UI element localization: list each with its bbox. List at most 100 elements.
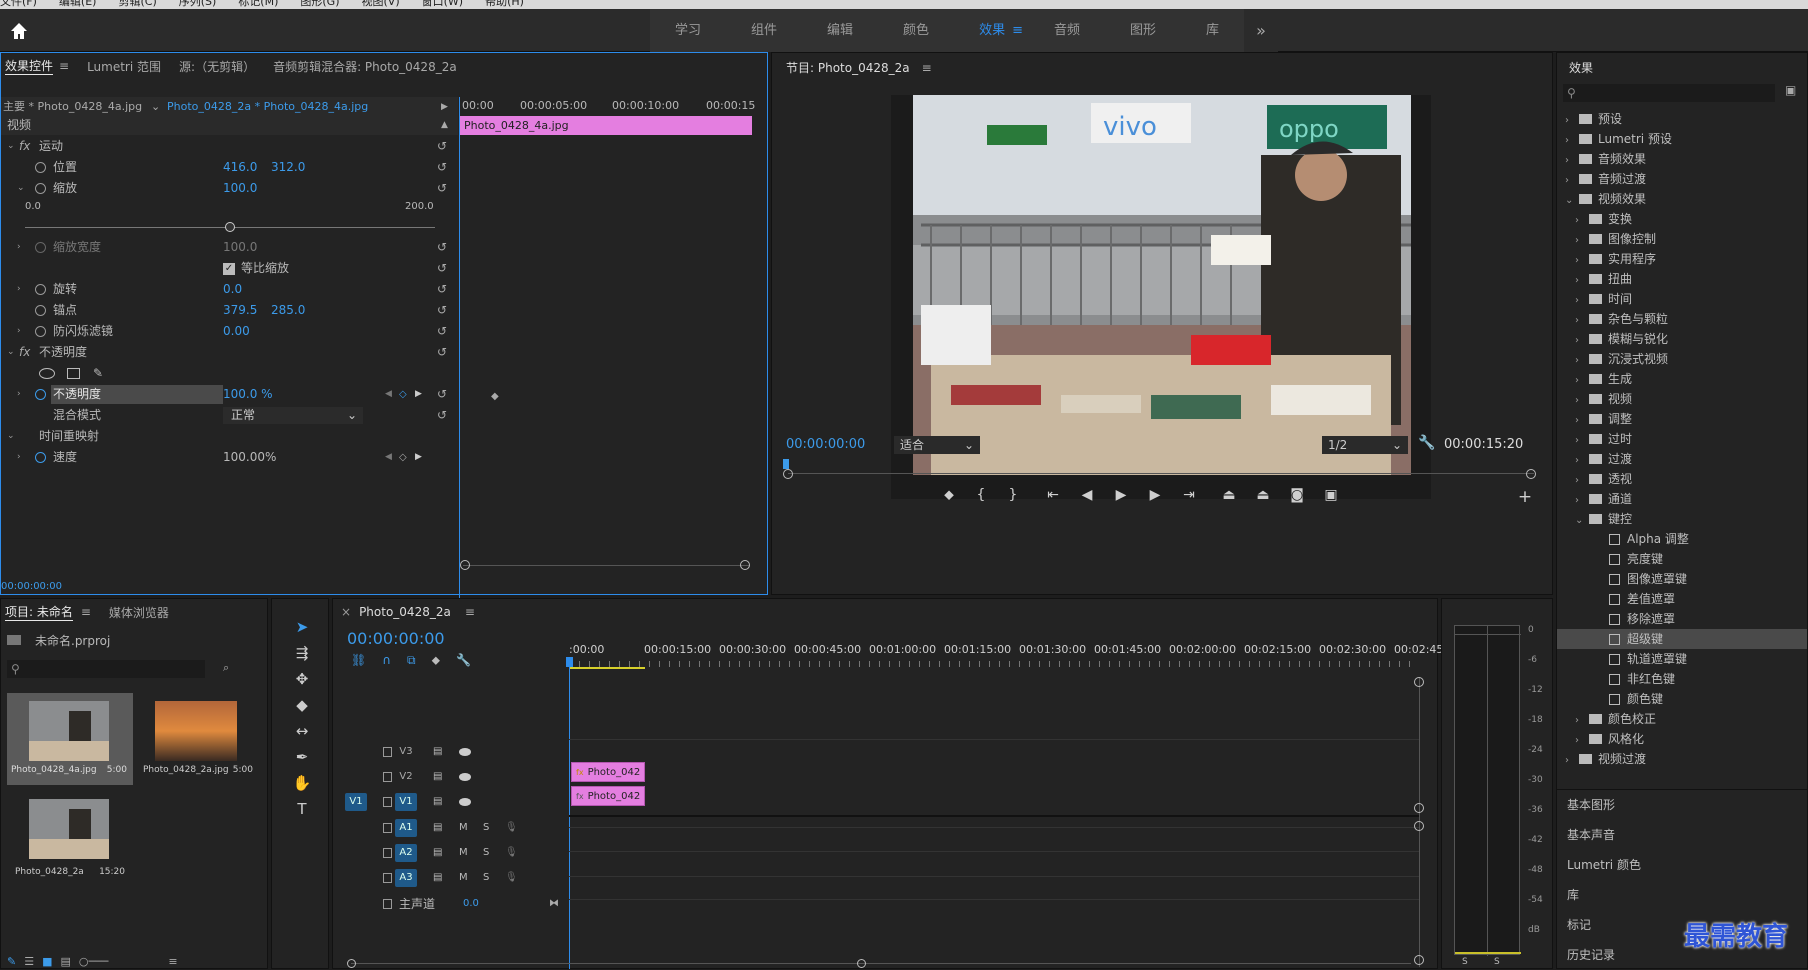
- stopwatch-icon[interactable]: [35, 284, 46, 295]
- workspace-tab[interactable]: 组件: [726, 9, 802, 52]
- track-target[interactable]: V2: [395, 768, 417, 786]
- speed-value[interactable]: 100.00%: [223, 448, 276, 467]
- close-icon[interactable]: ×: [341, 605, 351, 619]
- extract-icon[interactable]: ⏏: [1252, 487, 1274, 503]
- track-target[interactable]: A3: [395, 869, 417, 887]
- effects-tree-item[interactable]: ⌄ 视频效果: [1557, 189, 1807, 209]
- go-to-out-icon[interactable]: ⇥: [1178, 487, 1200, 503]
- add-button-icon[interactable]: +: [1514, 487, 1536, 507]
- effects-tree-item[interactable]: › 模糊与锐化: [1557, 329, 1807, 349]
- step-back-icon[interactable]: ◀: [1076, 487, 1098, 503]
- mini-ruler[interactable]: 00:00 00:00:05:00 00:00:10:00 00:00:15: [460, 97, 756, 117]
- lock-icon[interactable]: [383, 772, 392, 782]
- program-playhead[interactable]: [783, 459, 789, 469]
- workspace-tab[interactable]: 编辑: [802, 9, 878, 52]
- scroll-handle-right[interactable]: [1526, 469, 1536, 479]
- project-item-sequence[interactable]: Photo_0428_2a 15:20: [7, 793, 133, 885]
- sync-lock-icon[interactable]: ▤: [433, 867, 442, 889]
- chevron-right-icon[interactable]: ›: [1565, 151, 1579, 171]
- track-header-v1[interactable]: V1 V1 ▤: [333, 791, 567, 813]
- chevron-right-icon[interactable]: ›: [1575, 371, 1589, 391]
- reset-icon[interactable]: ↺: [437, 158, 447, 177]
- position-x-value[interactable]: 416.0: [223, 158, 257, 177]
- antiflicker-value[interactable]: 0.00: [223, 322, 250, 341]
- effects-tree-item[interactable]: 差值遮罩: [1557, 589, 1807, 609]
- effects-tree-item[interactable]: › 视频: [1557, 389, 1807, 409]
- track-target[interactable]: V3: [395, 743, 417, 761]
- effects-tree-item[interactable]: › 沉浸式视频: [1557, 349, 1807, 369]
- antiflicker-row[interactable]: › 防闪烁滤镜 0.00 ↺: [1, 322, 458, 341]
- reset-icon[interactable]: ↺: [437, 280, 447, 299]
- checkbox-checked[interactable]: ✓: [223, 263, 235, 275]
- prev-keyframe-icon[interactable]: ◀: [385, 448, 392, 467]
- chevron-right-icon[interactable]: ›: [1565, 111, 1579, 131]
- mic-icon[interactable]: 🎙: [505, 842, 518, 864]
- effects-tree-item[interactable]: › 通道: [1557, 489, 1807, 509]
- effects-tree-item[interactable]: › 音频效果: [1557, 149, 1807, 169]
- anchor-x-value[interactable]: 379.5: [223, 301, 257, 320]
- panel-menu-icon[interactable]: ≡: [465, 605, 475, 619]
- stopwatch-icon[interactable]: [35, 389, 46, 400]
- effects-tree-item[interactable]: › 音频过渡: [1557, 169, 1807, 189]
- solo-left-button[interactable]: S: [1462, 957, 1468, 967]
- lock-icon[interactable]: [383, 873, 392, 883]
- panel-tab[interactable]: 音频剪辑混合器: Photo_0428_2a: [273, 58, 457, 75]
- menu-item[interactable]: 标记(M): [238, 0, 278, 8]
- add-marker-icon[interactable]: ⬥: [432, 653, 440, 667]
- chevron-right-icon[interactable]: ›: [1575, 291, 1589, 311]
- effects-tree-item[interactable]: › 透视: [1557, 469, 1807, 489]
- track-target[interactable]: V1: [395, 793, 417, 811]
- playhead-handle[interactable]: [566, 657, 573, 667]
- export-frame-icon[interactable]: ◙: [1286, 487, 1308, 503]
- effects-tree-item[interactable]: 超级键: [1557, 629, 1807, 649]
- menu-item[interactable]: 编辑(E): [59, 0, 97, 8]
- zoom-scrollbar[interactable]: [463, 565, 749, 566]
- track-select-tool-icon[interactable]: ⇶: [290, 641, 314, 665]
- play-icon[interactable]: ▶: [1110, 487, 1132, 503]
- expand-icon[interactable]: ⌄: [7, 137, 15, 156]
- wrench-icon[interactable]: 🔧: [1418, 435, 1435, 451]
- reset-icon[interactable]: ↺: [437, 137, 447, 156]
- panel-link[interactable]: 标记: [1567, 915, 1591, 935]
- solo-button[interactable]: S: [483, 842, 489, 864]
- timeline-tab[interactable]: × Photo_0428_2a ≡: [341, 605, 475, 619]
- anchor-row[interactable]: 锚点 379.5 285.0 ↺: [1, 301, 458, 320]
- expand-icon[interactable]: ›: [17, 385, 21, 404]
- fit-dropdown[interactable]: 适合 ⌄: [894, 436, 980, 454]
- ellipse-mask-icon[interactable]: [39, 368, 55, 379]
- stopwatch-icon[interactable]: [35, 452, 46, 463]
- go-to-end-icon[interactable]: ⧓: [549, 893, 559, 915]
- selection-tool-icon[interactable]: ➤: [290, 615, 314, 639]
- workspace-tab[interactable]: 颜色: [878, 9, 954, 52]
- expand-icon[interactable]: ⌄: [17, 179, 25, 198]
- position-y-value[interactable]: 312.0: [271, 158, 305, 177]
- reset-icon[interactable]: ↺: [437, 301, 447, 320]
- timeline-hscroll[interactable]: [351, 963, 1411, 964]
- chevron-right-icon[interactable]: ›: [1565, 751, 1579, 771]
- time-remap-row[interactable]: ⌄ 时间重映射: [1, 427, 458, 446]
- chevron-down-icon[interactable]: ⌄: [151, 97, 160, 117]
- lock-icon[interactable]: ✎: [7, 955, 16, 968]
- scroll-handle[interactable]: [857, 959, 866, 968]
- opacity-section-row[interactable]: ⌄ fx 不透明度 ↺: [1, 343, 458, 362]
- expand-icon[interactable]: ›: [17, 322, 21, 341]
- effects-tree-item[interactable]: › 调整: [1557, 409, 1807, 429]
- play-icon[interactable]: ▶: [441, 97, 448, 117]
- effects-tree-item[interactable]: ⌄ 键控: [1557, 509, 1807, 529]
- home-icon[interactable]: [6, 21, 32, 47]
- expand-icon[interactable]: ›: [17, 238, 21, 257]
- linked-select-icon[interactable]: ⧉: [407, 653, 416, 667]
- step-forward-icon[interactable]: ▶: [1144, 487, 1166, 503]
- program-current-time[interactable]: 00:00:00:00: [786, 437, 865, 452]
- reset-icon[interactable]: ↺: [437, 259, 447, 278]
- panel-tab[interactable]: Lumetri 范围: [87, 58, 161, 75]
- menu-item[interactable]: 帮助(H): [485, 0, 524, 8]
- timeline-playhead[interactable]: [569, 657, 570, 969]
- effects-tree-item[interactable]: › 预设: [1557, 109, 1807, 129]
- chevron-right-icon[interactable]: ›: [1575, 251, 1589, 271]
- lock-icon[interactable]: [383, 848, 392, 858]
- sync-lock-icon[interactable]: ▤: [433, 741, 442, 763]
- ripple-edit-tool-icon[interactable]: ✥: [290, 667, 314, 691]
- marker-icon[interactable]: ⬥: [938, 487, 960, 503]
- icon-view-icon[interactable]: ■: [42, 955, 52, 968]
